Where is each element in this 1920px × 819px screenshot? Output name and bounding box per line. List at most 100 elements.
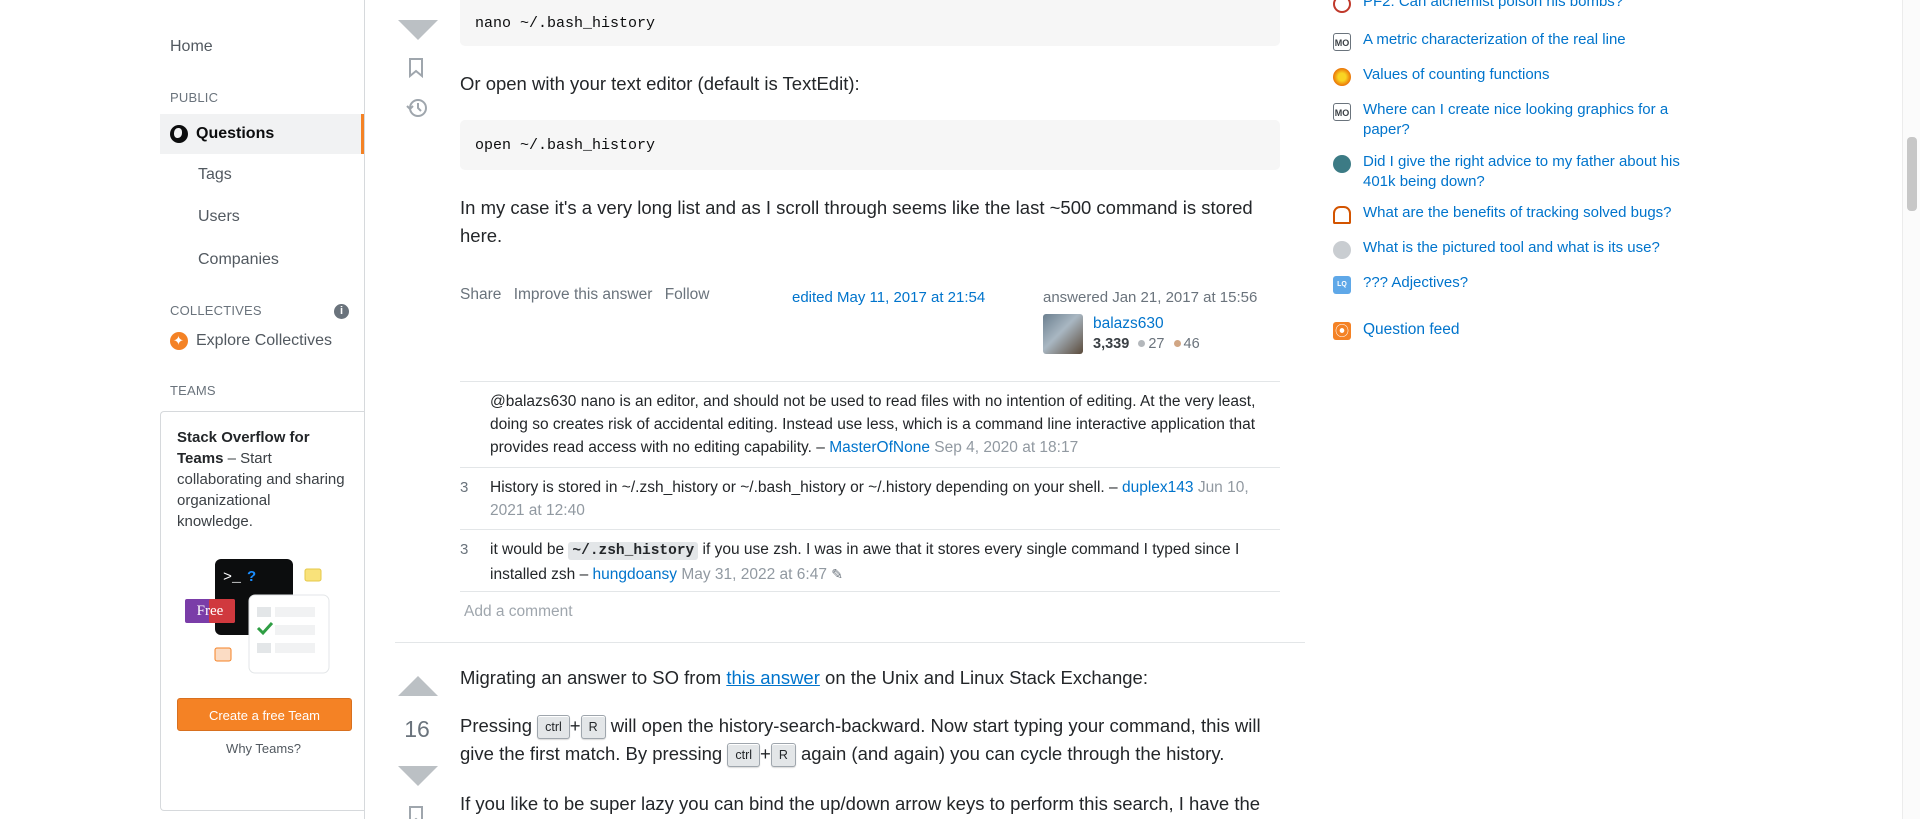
explore-collectives-label: Explore Collectives [196, 332, 333, 350]
bookmark-icon[interactable] [408, 58, 424, 84]
scrollbar[interactable] [1902, 0, 1920, 819]
comment-text: History is stored in ~/.zsh_history or ~… [490, 479, 1122, 496]
add-comment-link[interactable]: Add a comment [464, 603, 573, 621]
rss-icon [1333, 321, 1351, 341]
post-menu: Share Improve this answer Follow [460, 286, 718, 304]
downvote-button[interactable] [398, 766, 438, 786]
nav-section-public: PUBLIC [170, 90, 219, 105]
bronze-badge-icon [1173, 340, 1181, 348]
comment-item: 3 History is stored in ~/.zsh_history or… [460, 468, 1280, 530]
comment-user-link[interactable]: hungdoansy [593, 566, 677, 583]
question-feed-link[interactable]: Question feed [1363, 321, 1460, 339]
nav-questions-label: Questions [196, 125, 275, 142]
comment-score: 3 [460, 541, 469, 558]
user-name-link[interactable]: balazs630 [1093, 315, 1164, 333]
nav-section-teams: TEAMS [170, 383, 216, 398]
hot-network-questions: PF2: Can alchemist poison his bombs? MO … [1333, 0, 1693, 819]
create-free-team-button[interactable]: Create a free Team [177, 698, 352, 731]
globe-icon [170, 125, 188, 143]
answer-divider [395, 642, 1305, 643]
pencil-icon[interactable]: ✎ [831, 566, 843, 582]
user-reputation: 3,339 27 46 [1093, 336, 1200, 352]
nav-users[interactable]: Users [198, 208, 402, 226]
hot-question-link[interactable]: Did I give the right advice to my father… [1363, 152, 1693, 191]
kbd-plus: + [569, 715, 581, 736]
comment-body: History is stored in ~/.zsh_history or ~… [490, 476, 1280, 522]
upvote-button[interactable] [398, 676, 438, 696]
comment-text-before: it would be [490, 541, 569, 558]
why-teams-link[interactable]: Why Teams? [161, 741, 366, 756]
left-sidebar: Home PUBLIC Questions Tags Users Compani… [160, 0, 365, 819]
answer-paragraph-case: In my case it's a very long list and as … [460, 197, 1253, 246]
hot-question-link[interactable]: Where can I create nice looking graphics… [1363, 100, 1693, 139]
hot-question-link[interactable]: PF2: Can alchemist poison his bombs? [1363, 0, 1693, 12]
hot-question-link[interactable]: ??? Adjectives? [1363, 273, 1693, 293]
comment-item: @balazs630 nano is an editor, and should… [460, 382, 1280, 468]
pressing-text: Pressing [460, 715, 538, 736]
nav-companies[interactable]: Companies [198, 251, 402, 269]
svg-text:>_: >_ [223, 569, 242, 586]
teams-promo: Stack Overflow for Teams – Start collabo… [160, 411, 365, 811]
silver-badge-count: 27 [1148, 336, 1165, 352]
follow-link[interactable]: Follow [665, 286, 710, 303]
cycle-text: again (and again) you can cycle through … [795, 743, 1225, 764]
teams-promo-text: Stack Overflow for Teams – Start collabo… [177, 427, 347, 532]
mathoverflow-icon: MO [1333, 33, 1351, 51]
hot-question-link[interactable]: What is the pictured tool and what is it… [1363, 238, 1693, 258]
hot-question-link[interactable]: Values of counting functions [1363, 65, 1693, 85]
nav-home[interactable]: Home [170, 38, 374, 56]
scrollbar-thumb[interactable] [1907, 137, 1917, 211]
improve-answer-link[interactable]: Improve this answer [514, 286, 653, 303]
answer2-intro: Migrating an answer to SO from this answ… [460, 664, 1290, 692]
edited-link[interactable]: edited May 11, 2017 at 21:54 [792, 289, 985, 306]
kbd-r: R [770, 743, 796, 768]
mathoverflow-icon: MO [1333, 103, 1351, 121]
info-icon[interactable]: i [334, 304, 349, 319]
kbd-r: R [580, 715, 606, 740]
bookmark-icon[interactable] [408, 806, 424, 819]
hot-question-link[interactable]: What are the benefits of tracking solved… [1363, 203, 1693, 223]
history-icon[interactable] [406, 97, 428, 125]
vote-count: 16 [404, 716, 430, 742]
answer2-paragraph-lazy: If you like to be super lazy you can bin… [460, 793, 1261, 814]
comment-item: 3 it would be ~/.zsh_history if you use … [460, 530, 1280, 592]
kbd-ctrl: ctrl [727, 743, 761, 768]
math-icon [1333, 68, 1351, 86]
bronze-badge-count: 46 [1183, 336, 1200, 352]
avatar[interactable] [1043, 314, 1083, 354]
ell-icon: LQ [1333, 276, 1351, 294]
comment-body: it would be ~/.zsh_history if you use zs… [490, 538, 1280, 586]
comment-score: 3 [460, 479, 469, 496]
code-block-nano: nano ~/.bash_history [460, 0, 1280, 46]
money-icon [1333, 155, 1351, 173]
silver-badge-icon [1138, 340, 1146, 348]
this-answer-link[interactable]: this answer [726, 667, 820, 688]
answer-paragraph-open: Or open with your text editor (default i… [460, 73, 860, 94]
comment-code: ~/.zsh_history [568, 542, 699, 560]
main-content: nano ~/.bash_history Or open with your t… [395, 0, 1305, 819]
comment-body: @balazs630 nano is an editor, and should… [490, 390, 1280, 459]
hot-question-link[interactable]: A metric characterization of the real li… [1363, 30, 1693, 50]
downvote-button[interactable] [398, 20, 438, 40]
nav-tags[interactable]: Tags [198, 166, 402, 184]
nav-section-collectives: COLLECTIVES [170, 303, 262, 318]
comments-list: @balazs630 nano is an editor, and should… [460, 381, 1280, 592]
share-link[interactable]: Share [460, 286, 501, 303]
kbd-ctrl: ctrl [537, 715, 570, 740]
reputation-score: 3,339 [1093, 336, 1130, 352]
svg-text:?: ? [247, 568, 256, 585]
collectives-icon [170, 332, 188, 350]
nav-explore-collectives[interactable]: Explore Collectives [170, 332, 374, 350]
softwareengineering-icon [1333, 206, 1351, 224]
answer2-paragraph-pressing: Pressing ctrl + R will open the history-se… [460, 712, 1290, 768]
comment-user-link[interactable]: duplex143 [1122, 479, 1194, 496]
kbd-plus: + [760, 743, 771, 764]
nav-questions[interactable]: Questions [160, 114, 364, 154]
comment-date[interactable]: May 31, 2022 at 6:47 [681, 566, 827, 583]
code-block-open: open ~/.bash_history [460, 120, 1280, 170]
comment-date[interactable]: Sep 4, 2020 at 18:17 [934, 439, 1078, 456]
comment-user-link[interactable]: MasterOfNone [829, 439, 930, 456]
answered-date: answered Jan 21, 2017 at 15:56 [1043, 289, 1258, 306]
intro-text: Migrating an answer to SO from [460, 667, 727, 688]
free-badge: Free [196, 603, 224, 619]
